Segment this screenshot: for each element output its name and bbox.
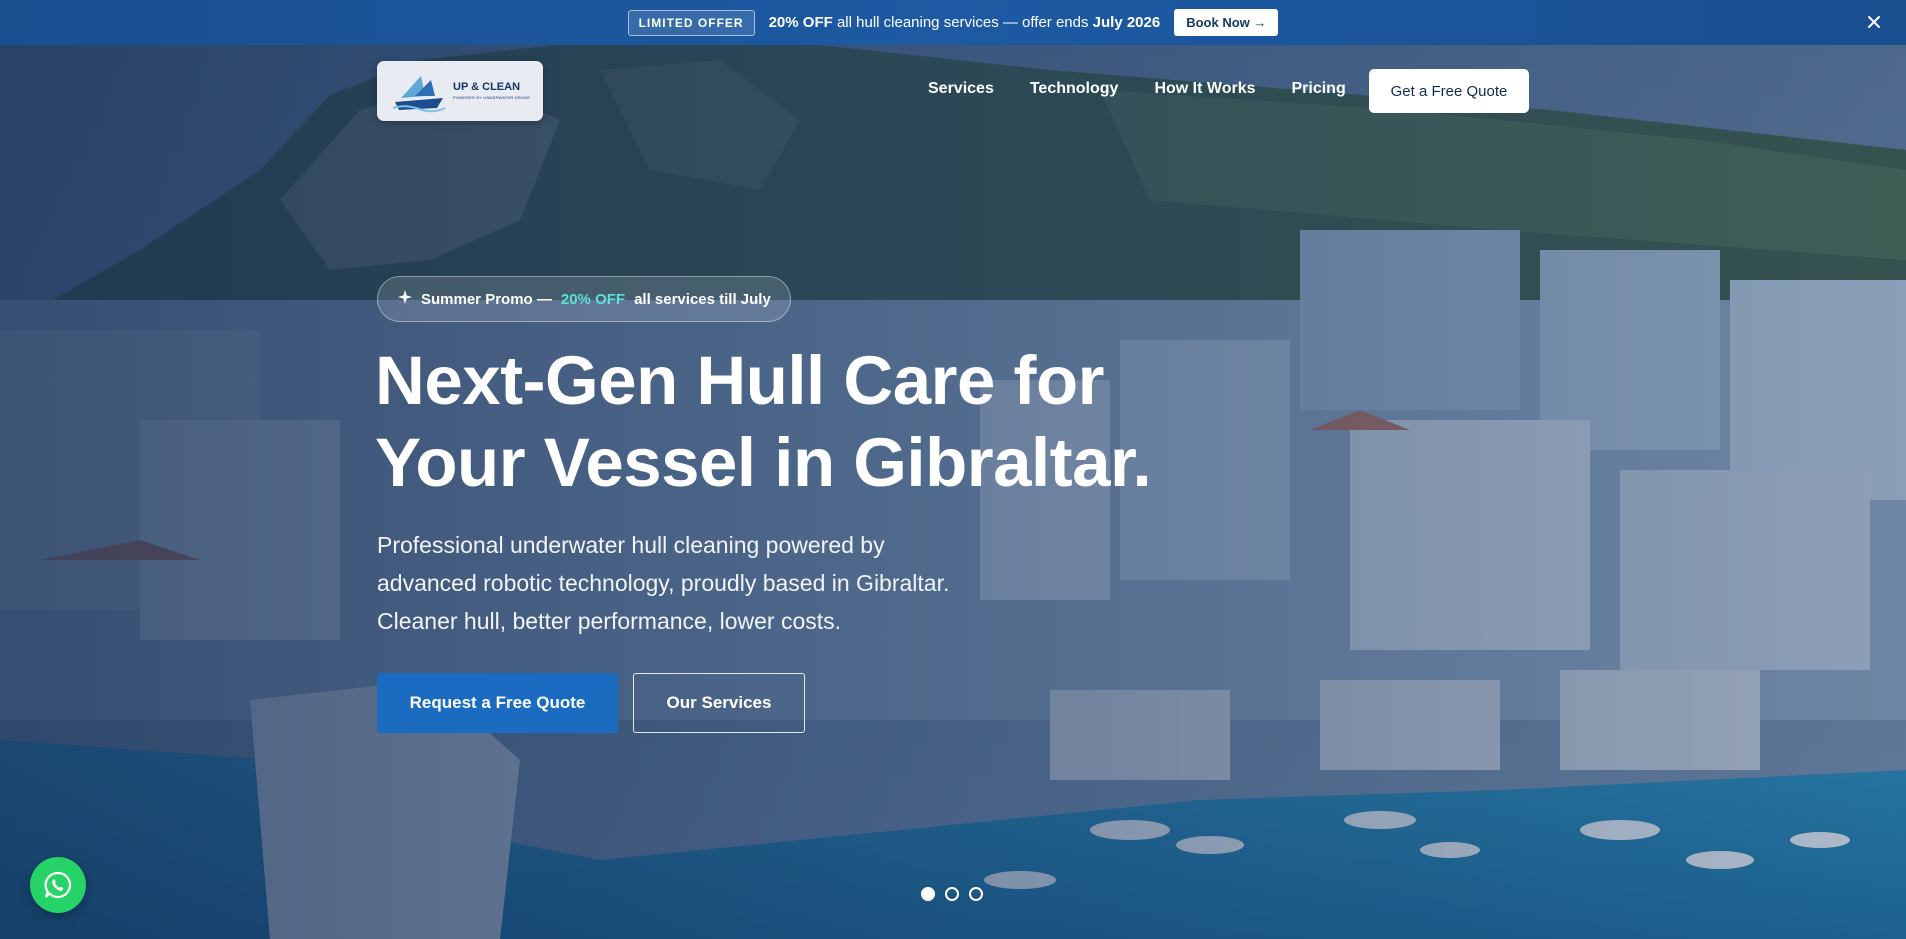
nav-services[interactable]: Services <box>928 80 994 98</box>
main-nav: Services Technology How It Works Pricing <box>928 80 1346 98</box>
whatsapp-icon <box>44 871 72 899</box>
hero-title-line-2: Your Vessel in Gibraltar. <box>375 424 1152 501</box>
hero-subtitle: Professional underwater hull cleaning po… <box>377 526 949 640</box>
nav-pricing[interactable]: Pricing <box>1291 80 1345 98</box>
get-free-quote-button[interactable]: Get a Free Quote <box>1369 69 1529 113</box>
nav-how-it-works[interactable]: How It Works <box>1154 80 1255 98</box>
sparkle-icon <box>398 290 412 308</box>
nav-technology[interactable]: Technology <box>1030 80 1119 98</box>
logo-tagline: POWERED BY UNDERWATER DRONE <box>453 95 531 100</box>
limited-offer-badge: LIMITED OFFER <box>627 9 755 36</box>
promo-discount: 20% OFF <box>768 14 833 31</box>
our-services-button[interactable]: Our Services <box>633 673 805 733</box>
summer-promo-pill: Summer Promo — 20% OFF all services till… <box>377 276 791 322</box>
promo-date: July 2026 <box>1092 14 1161 31</box>
hero-subtitle-line-2: advanced robotic technology, proudly bas… <box>377 570 950 596</box>
promo-text: 20% OFF all hull cleaning services — off… <box>769 14 1161 31</box>
promo-description: all hull cleaning services — offer ends <box>836 14 1089 31</box>
close-icon[interactable] <box>1864 12 1884 32</box>
logo-boat-icon <box>392 76 446 113</box>
carousel-dots <box>921 887 983 901</box>
hero-subtitle-line-1: Professional underwater hull cleaning po… <box>377 532 885 558</box>
request-free-quote-button[interactable]: Request a Free Quote <box>377 673 618 733</box>
hero-subtitle-line-3: Cleaner hull, better performance, lower … <box>377 608 842 634</box>
hero-title-line-1: Next-Gen Hull Care for <box>375 342 1104 419</box>
promo-bar: LIMITED OFFER 20% OFF all hull cleaning … <box>0 0 1906 45</box>
logo[interactable]: UP & CLEAN POWERED BY UNDERWATER DRONE <box>377 61 543 121</box>
carousel-dot-3[interactable] <box>969 887 983 901</box>
logo-title: UP & CLEAN <box>453 81 521 93</box>
book-now-button[interactable]: Book Now → <box>1174 9 1279 36</box>
whatsapp-button[interactable] <box>30 857 86 913</box>
hero-title: Next-Gen Hull Care for Your Vessel in Gi… <box>375 340 1152 504</box>
carousel-dot-1[interactable] <box>921 887 935 901</box>
carousel-dot-2[interactable] <box>945 887 959 901</box>
pill-prefix: Summer Promo — <box>421 290 552 308</box>
pill-discount: 20% OFF <box>560 290 626 308</box>
pill-suffix: all services till July <box>634 290 771 308</box>
